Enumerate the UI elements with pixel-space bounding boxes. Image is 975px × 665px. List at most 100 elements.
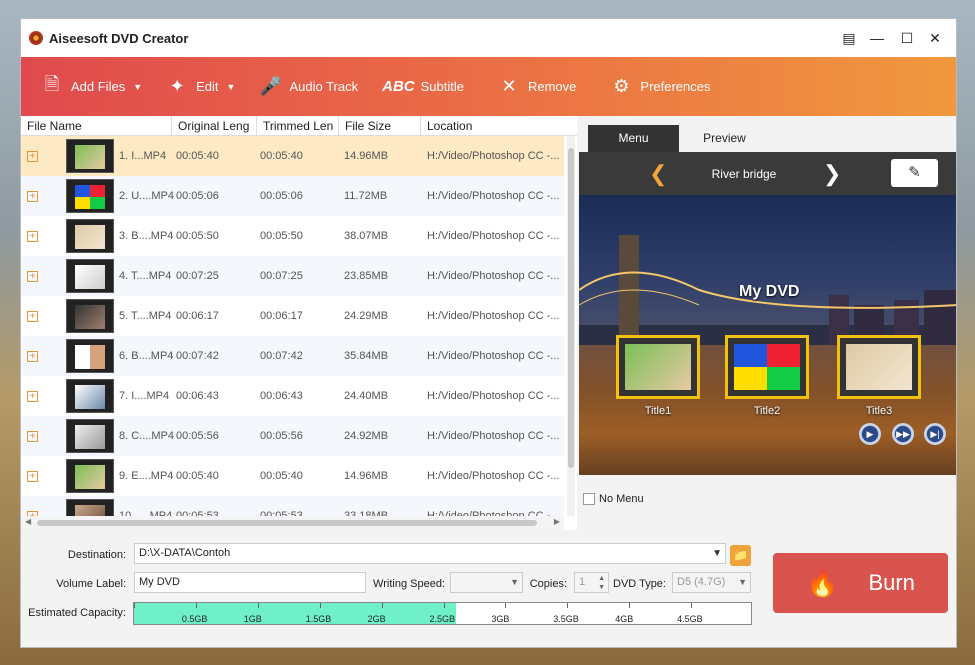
file-size-cell: 24.40MB — [344, 390, 389, 402]
file-name-cell: 7. I....MP4 — [119, 390, 170, 402]
folder-icon[interactable]: 📁 — [730, 545, 751, 566]
subtitle-label: Subtitle — [420, 79, 464, 94]
table-row[interactable]: +3. B....MP4 00:05:50 00:05:50 38.07MB H:/Vi… — [21, 216, 564, 256]
expand-icon[interactable]: + — [27, 310, 38, 322]
location-cell: H:/Video/Photoshop CC -... — [427, 390, 560, 402]
play-icon[interactable]: ▶ — [859, 423, 881, 445]
writing-speed-label: Writing Speed: — [373, 578, 445, 590]
column-header[interactable]: File Name — [21, 116, 172, 135]
chevron-down-icon[interactable]: ▼ — [712, 544, 722, 563]
dvd-type-select[interactable]: D5 (4.7G) ▼ — [672, 572, 751, 593]
tab-menu[interactable]: Menu — [588, 125, 679, 152]
edit-menu-icon[interactable]: ✎ — [891, 159, 938, 187]
table-row[interactable]: +7. I....MP4 00:06:43 00:06:43 24.40MB H:/Vi… — [21, 376, 564, 416]
location-cell: H:/Video/Photoshop CC -... — [427, 350, 560, 362]
chevron-down-icon[interactable]: ▼ — [133, 82, 142, 92]
minimize-button[interactable]: — — [863, 19, 891, 57]
expand-icon[interactable]: + — [27, 150, 38, 162]
menu-panel: Menu Preview ❮ River bridge ❯ ✎ My DVD T… — [579, 116, 956, 530]
video-thumbnail — [66, 299, 114, 333]
capacity-tick-mark — [691, 603, 693, 608]
horizontal-scrollbar[interactable]: ◀ ▶ — [21, 516, 564, 530]
subtitle-button[interactable]: ABC Subtitle — [370, 57, 476, 116]
add-files-button[interactable]: 🗎 Add Files ▼ — [21, 57, 154, 116]
video-thumbnail — [66, 339, 114, 373]
original-length-cell: 00:05:40 — [176, 470, 219, 482]
remove-button[interactable]: ✕ Remove — [476, 57, 588, 116]
file-size-cell: 14.96MB — [344, 150, 389, 162]
table-row[interactable]: +10. ....MP4 00:05:53 00:05:53 33.18MB H:/Vi… — [21, 496, 564, 516]
dvd-type-label: DVD Type: — [613, 578, 666, 590]
burn-button[interactable]: 🔥 Burn — [773, 553, 948, 613]
table-row[interactable]: +1. I...MP4 00:05:40 00:05:40 14.96MB H:/Vid… — [21, 136, 564, 176]
capacity-tick-label: 4GB — [615, 614, 634, 624]
file-name-cell: 6. B....MP4 — [119, 350, 174, 362]
no-menu-checkbox[interactable]: No Menu — [583, 493, 644, 505]
title-label: Title3 — [865, 405, 893, 417]
expand-icon[interactable]: + — [27, 190, 38, 202]
maximize-button[interactable]: ☐ — [893, 19, 921, 57]
scrollbar-thumb[interactable] — [37, 520, 537, 526]
title-label: Title1 — [644, 405, 672, 417]
stepper-arrows-icon[interactable]: ▲ ▼ — [598, 574, 605, 592]
preferences-button[interactable]: ⚙ Preferences — [588, 57, 722, 116]
edit-button[interactable]: ✦ Edit ▼ — [154, 57, 247, 116]
scrollbar-thumb[interactable] — [568, 148, 574, 468]
column-header[interactable]: Location — [421, 116, 577, 135]
scroll-right-icon[interactable]: ▶ — [554, 517, 560, 526]
add-file-icon: 🗎 — [44, 73, 60, 94]
file-rows: +1. I...MP4 00:05:40 00:05:40 14.96MB H:/Vid… — [21, 136, 564, 516]
scroll-left-icon[interactable]: ◀ — [25, 517, 31, 526]
expand-icon[interactable]: + — [27, 470, 38, 482]
expand-icon[interactable]: + — [27, 430, 38, 442]
table-row[interactable]: +8. C....MP4 00:05:56 00:05:56 24.92MB H:/Vi… — [21, 416, 564, 456]
checkbox-box[interactable] — [583, 493, 595, 505]
table-row[interactable]: +5. T....MP4 00:06:17 00:06:17 24.29MB H:/Vi… — [21, 296, 564, 336]
file-size-cell: 24.92MB — [344, 430, 389, 442]
table-row[interactable]: +9. E....MP4 00:05:40 00:05:40 14.96MB H:/Vi… — [21, 456, 564, 496]
expand-icon[interactable]: + — [27, 270, 38, 282]
destination-field[interactable]: D:\X-DATA\Contoh ▼ — [134, 543, 726, 564]
writing-speed-select[interactable]: ▼ — [450, 572, 523, 593]
video-thumbnail — [66, 179, 114, 213]
chevron-down-icon[interactable]: ▼ — [510, 573, 519, 592]
location-cell: H:/Video/Photoshop CC -... — [427, 190, 560, 202]
title-thumb-1[interactable] — [616, 335, 700, 399]
dvd-type-value: D5 (4.7G) — [677, 576, 726, 588]
capacity-tick-mark — [443, 603, 445, 608]
table-row[interactable]: +4. T....MP4 00:07:25 00:07:25 23.85MB H:/Vi… — [21, 256, 564, 296]
chevron-down-icon[interactable]: ▼ — [227, 82, 236, 92]
title-thumb-3[interactable] — [837, 335, 921, 399]
tab-preview[interactable]: Preview — [679, 125, 770, 152]
edit-label: Edit — [196, 79, 219, 94]
expand-icon[interactable]: + — [27, 390, 38, 402]
next-chapter-icon[interactable]: ▶| — [924, 423, 946, 445]
column-header[interactable]: Original Leng — [172, 116, 257, 135]
expand-icon[interactable]: + — [27, 230, 38, 242]
feedback-icon[interactable]: ▤ — [835, 19, 863, 57]
copies-label: Copies: — [529, 578, 567, 590]
trimmed-length-cell: 00:07:42 — [260, 350, 303, 362]
audio-track-button[interactable]: 🎤 Audio Track — [247, 57, 370, 116]
expand-icon[interactable]: + — [27, 350, 38, 362]
table-row[interactable]: +6. B....MP4 00:07:42 00:07:42 35.84MB H:/Vi… — [21, 336, 564, 376]
location-cell: H:/Video/Photoshop CC -... — [427, 470, 560, 482]
copies-stepper[interactable]: 1 ▲ ▼ — [574, 572, 609, 593]
capacity-tick-mark — [134, 603, 135, 608]
volume-field[interactable]: My DVD — [134, 572, 366, 593]
file-size-cell: 35.84MB — [344, 350, 389, 362]
capacity-tick-label: 1GB — [243, 614, 262, 624]
close-button[interactable]: ✕ — [921, 19, 949, 57]
file-name-cell: 2. U....MP4 — [119, 190, 175, 202]
video-thumbnail — [66, 259, 114, 293]
column-header[interactable]: File Size — [339, 116, 421, 135]
edit-stars-icon: ✦ — [169, 76, 185, 96]
toolbar: 🗎 Add Files ▼ ✦ Edit ▼ 🎤 Audio Track ABC… — [21, 57, 956, 116]
fast-forward-icon[interactable]: ▶▶ — [892, 423, 914, 445]
chevron-down-icon[interactable]: ▼ — [738, 573, 747, 592]
vertical-scrollbar[interactable] — [567, 136, 575, 516]
column-header[interactable]: Trimmed Len — [257, 116, 339, 135]
table-row[interactable]: +2. U....MP4 00:05:06 00:05:06 11.72MB H:/Vi… — [21, 176, 564, 216]
chevron-right-icon[interactable]: ❯ — [823, 161, 841, 187]
title-thumb-2[interactable] — [725, 335, 809, 399]
